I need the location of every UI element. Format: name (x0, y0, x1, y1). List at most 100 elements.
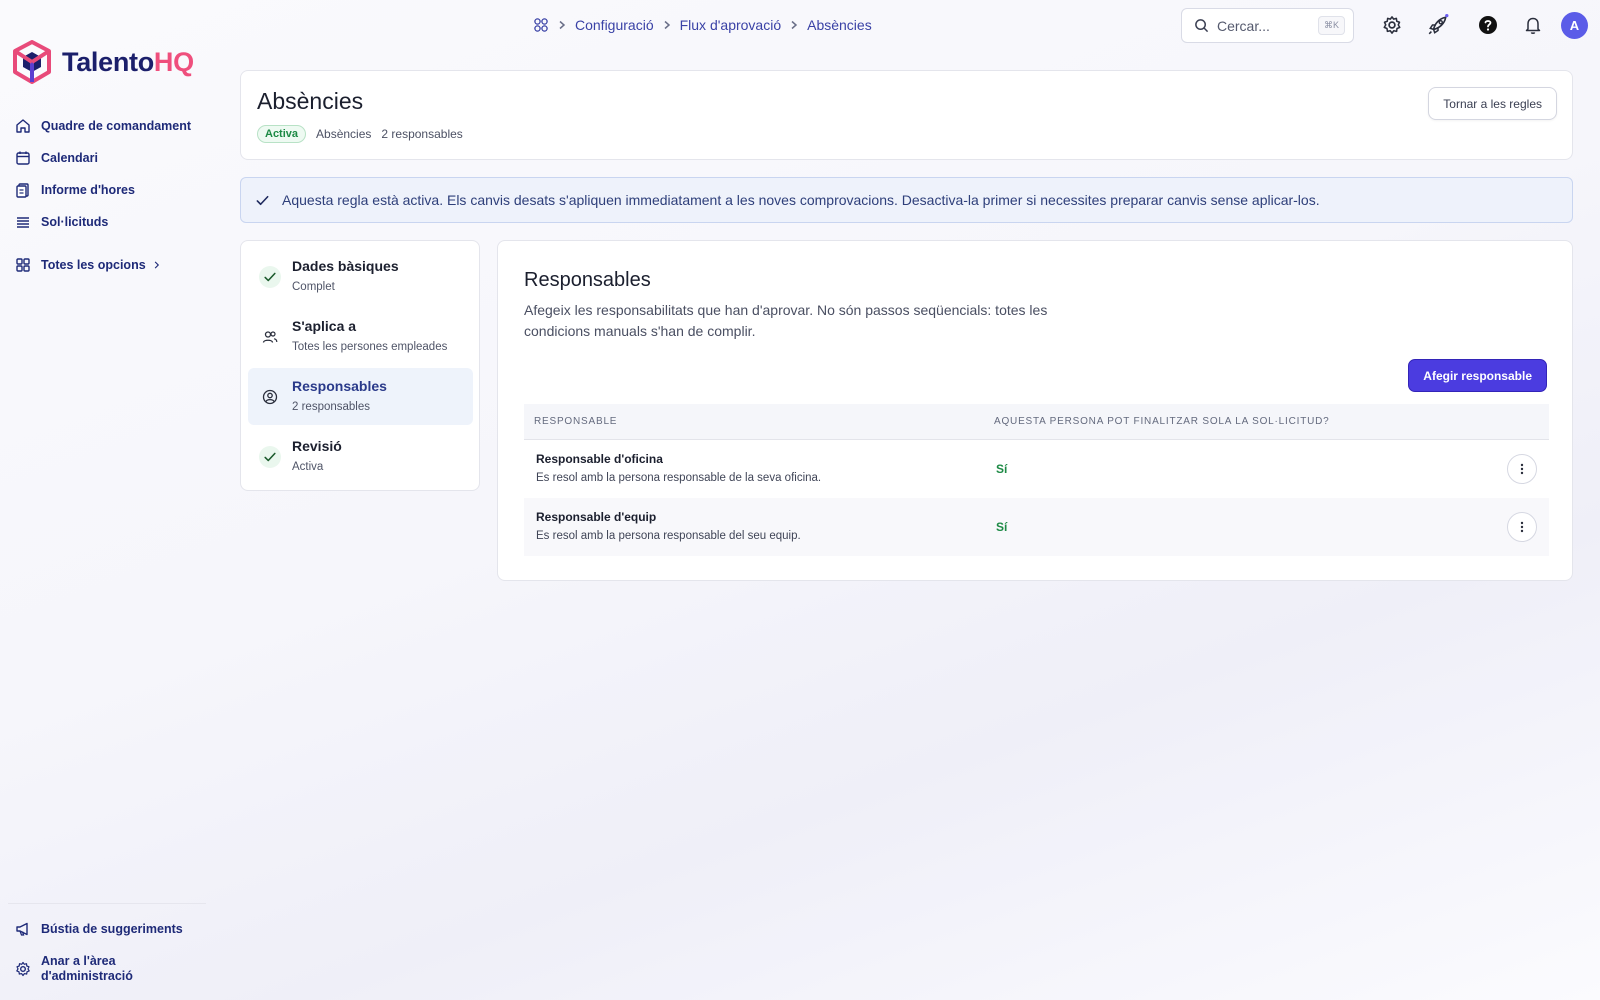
sidebar-item-label: Calendari (41, 151, 98, 165)
sidebar: TalentoHQ Quadre de comandament Calendar… (0, 0, 214, 1000)
step-status (259, 446, 281, 468)
search-icon (1195, 19, 1209, 33)
help-button[interactable] (1475, 12, 1501, 38)
sidebar-divider (8, 903, 206, 904)
banner-text: Aquesta regla està activa. Els canvis de… (282, 192, 1320, 208)
step-basic-data[interactable]: Dades bàsiques Complet (248, 248, 473, 305)
step-subtitle: Complet (292, 281, 335, 293)
step-status (259, 326, 281, 348)
column-header-approver: RESPONSABLE (534, 416, 618, 427)
sidebar-item-label: Totes les opcions (41, 258, 146, 272)
step-approvers[interactable]: Responsables 2 responsables (248, 368, 473, 425)
sidebar-item-label: Sol·licituds (41, 215, 109, 229)
section-title: Responsables (524, 269, 651, 291)
report-icon (16, 183, 29, 198)
check-icon (264, 452, 276, 462)
sidebar-item-label: Bústia de suggeriments (41, 922, 183, 936)
step-status (259, 386, 281, 408)
active-rule-banner: Aquesta regla està activa. Els canvis de… (240, 177, 1573, 223)
approvers-panel: Responsables Afegeix les responsabilitat… (497, 240, 1573, 581)
add-approver-button[interactable]: Afegir responsable (1408, 359, 1547, 392)
calendar-icon (16, 151, 30, 165)
sidebar-item-label: Quadre de comandament (41, 119, 192, 133)
gear-icon (1383, 16, 1401, 34)
back-to-rules-button[interactable]: Tornar a les regles (1428, 87, 1557, 120)
help-icon (1479, 16, 1497, 34)
rule-meta: Activa Absències 2 responsables (257, 125, 463, 143)
avatar[interactable]: A (1561, 12, 1588, 39)
sidebar-item-requests[interactable]: Sol·licituds (15, 206, 210, 238)
step-status (259, 266, 281, 288)
wizard-steps: Dades bàsiques Complet S'aplica a Totes … (240, 240, 480, 491)
step-title: Revisió (292, 438, 342, 454)
whats-new-button[interactable] (1425, 12, 1451, 38)
step-subtitle: Totes les persones empleades (292, 341, 448, 353)
rule-approver-count: 2 responsables (381, 127, 463, 141)
sidebar-item-calendar[interactable]: Calendari (15, 142, 210, 174)
notifications-button[interactable] (1520, 12, 1546, 38)
chevron-right-icon (664, 20, 670, 30)
bell-icon (1525, 17, 1541, 34)
logo-text: TalentoHQ (62, 46, 194, 77)
can-finalize-value: Sí (996, 462, 1008, 476)
table-row: Responsable d'oficina Es resol amb la pe… (524, 440, 1549, 498)
step-subtitle: Activa (292, 461, 324, 473)
column-header-can-finalize: AQUESTA PERSONA POT FINALITZAR SOLA LA S… (994, 416, 1330, 427)
chevron-right-icon (559, 20, 566, 30)
step-applies-to[interactable]: S'aplica a Totes les persones empleades (248, 308, 473, 365)
sidebar-item-suggestions[interactable]: Bústia de suggeriments (15, 913, 210, 945)
sidebar-item-label: Informe d'hores (41, 183, 135, 197)
chevron-right-icon (154, 261, 159, 269)
section-description: Afegeix les responsabilitats que han d'a… (524, 302, 1048, 339)
user-circle-icon (262, 389, 278, 405)
step-review[interactable]: Revisió Activa (248, 428, 473, 485)
row-actions-button[interactable] (1507, 512, 1537, 542)
rule-type: Absències (316, 127, 372, 141)
status-badge: Activa (257, 125, 307, 143)
apps-grid-icon[interactable] (533, 17, 549, 33)
step-title: S'aplica a (292, 318, 357, 334)
table-header: RESPONSABLE AQUESTA PERSONA POT FINALITZ… (524, 404, 1549, 440)
page-title: Absències (257, 88, 364, 114)
breadcrumb: Configuració Flux d'aprovació Absències (533, 14, 872, 36)
sidebar-item-admin-area[interactable]: Anar a l'àrea d'administració (15, 949, 210, 989)
search-box[interactable]: ⌘K (1181, 8, 1354, 43)
approver-name: Responsable d'equip (536, 510, 657, 524)
sidebar-bottom-nav: Bústia de suggeriments Anar a l'àrea d'a… (15, 913, 210, 989)
approver-name: Responsable d'oficina (536, 452, 663, 466)
sidebar-item-label: Anar a l'àrea d'administració (41, 954, 133, 983)
rocket-icon (1428, 14, 1449, 35)
settings-button[interactable] (1379, 12, 1405, 38)
more-vertical-icon (1520, 521, 1524, 533)
breadcrumb-configuration[interactable]: Configuració (575, 17, 654, 33)
search-input[interactable] (1217, 17, 1310, 34)
chevron-right-icon (791, 20, 798, 30)
gear-icon (16, 961, 30, 977)
approver-description: Es resol amb la persona responsable de l… (536, 472, 822, 484)
approver-description: Es resol amb la persona responsable del … (536, 530, 801, 542)
sidebar-nav: Quadre de comandament Calendari Informe … (15, 110, 210, 281)
table-row: Responsable d'equip Es resol amb la pers… (524, 498, 1549, 556)
sidebar-item-all-options[interactable]: Totes les opcions (15, 249, 210, 281)
step-title: Dades bàsiques (292, 258, 399, 274)
breadcrumb-absences: Absències (807, 17, 872, 33)
megaphone-icon (16, 922, 28, 936)
list-icon (17, 217, 29, 228)
row-actions-button[interactable] (1507, 454, 1537, 484)
logo[interactable]: TalentoHQ (12, 40, 194, 84)
approvers-table: RESPONSABLE AQUESTA PERSONA POT FINALITZ… (524, 404, 1549, 556)
breadcrumb-approval-flow[interactable]: Flux d'aprovació (680, 17, 782, 33)
grid-icon (16, 258, 30, 272)
users-icon (262, 331, 278, 343)
check-icon (256, 195, 269, 205)
sidebar-item-dashboard[interactable]: Quadre de comandament (15, 110, 210, 142)
logo-cube-icon (13, 40, 51, 84)
rule-header-card: Absències Activa Absències 2 responsable… (240, 70, 1573, 160)
search-shortcut-hint: ⌘K (1317, 16, 1345, 35)
check-icon (264, 272, 276, 282)
can-finalize-value: Sí (996, 520, 1008, 534)
more-vertical-icon (1520, 463, 1524, 475)
step-title: Responsables (292, 378, 387, 394)
sidebar-item-time-report[interactable]: Informe d'hores (15, 174, 210, 206)
home-icon (16, 119, 30, 133)
